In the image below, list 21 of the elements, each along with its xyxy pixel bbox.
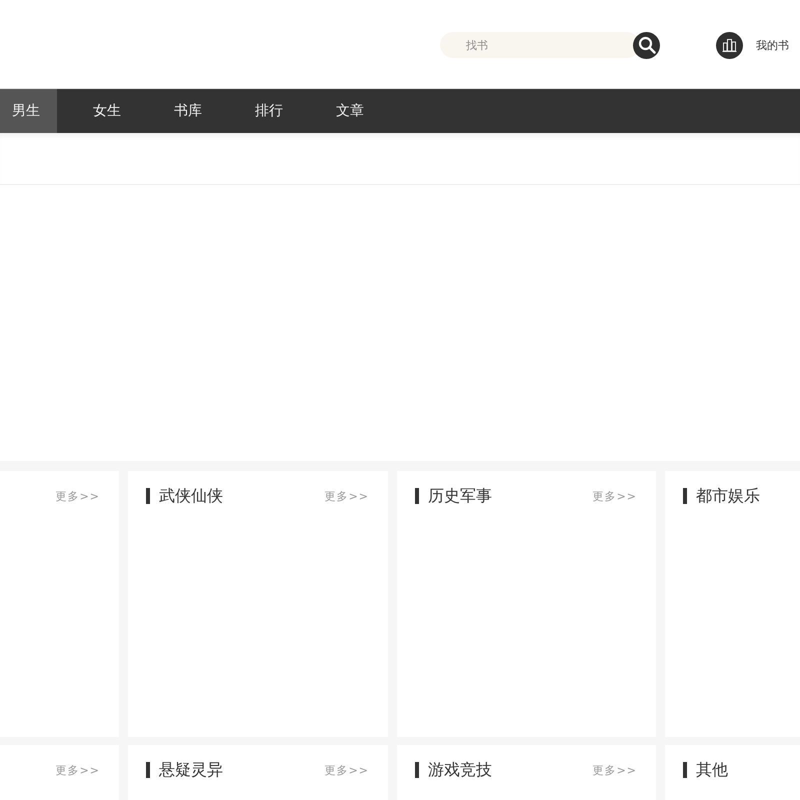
category-title: 都市娱乐 <box>696 488 760 504</box>
category-title: 历史军事 <box>428 488 492 504</box>
title-bar-icon <box>146 488 150 504</box>
nav-tab[interactable]: 书库 <box>162 89 219 133</box>
title-bar-icon <box>683 762 687 778</box>
bookshelf-link[interactable]: 我的书 <box>716 32 789 58</box>
title-bar-icon <box>415 762 419 778</box>
title-bar-icon <box>683 488 687 504</box>
nav-tab[interactable]: 男生 <box>0 89 57 133</box>
search-icon <box>638 36 656 54</box>
title-bar-icon <box>415 488 419 504</box>
title-bar-icon <box>146 762 150 778</box>
books-icon <box>716 32 743 58</box>
category-title: 武侠仙侠 <box>159 488 223 504</box>
category-title: 其他 <box>696 762 728 778</box>
category-title: 游戏竞技 <box>428 762 492 778</box>
search-button[interactable] <box>633 32 660 58</box>
category-title: 悬疑灵异 <box>159 762 223 778</box>
nav-tab[interactable]: 排行 <box>243 89 300 133</box>
nav-tab[interactable]: 女生 <box>81 89 138 133</box>
nav-tab[interactable]: 文章 <box>324 89 381 133</box>
